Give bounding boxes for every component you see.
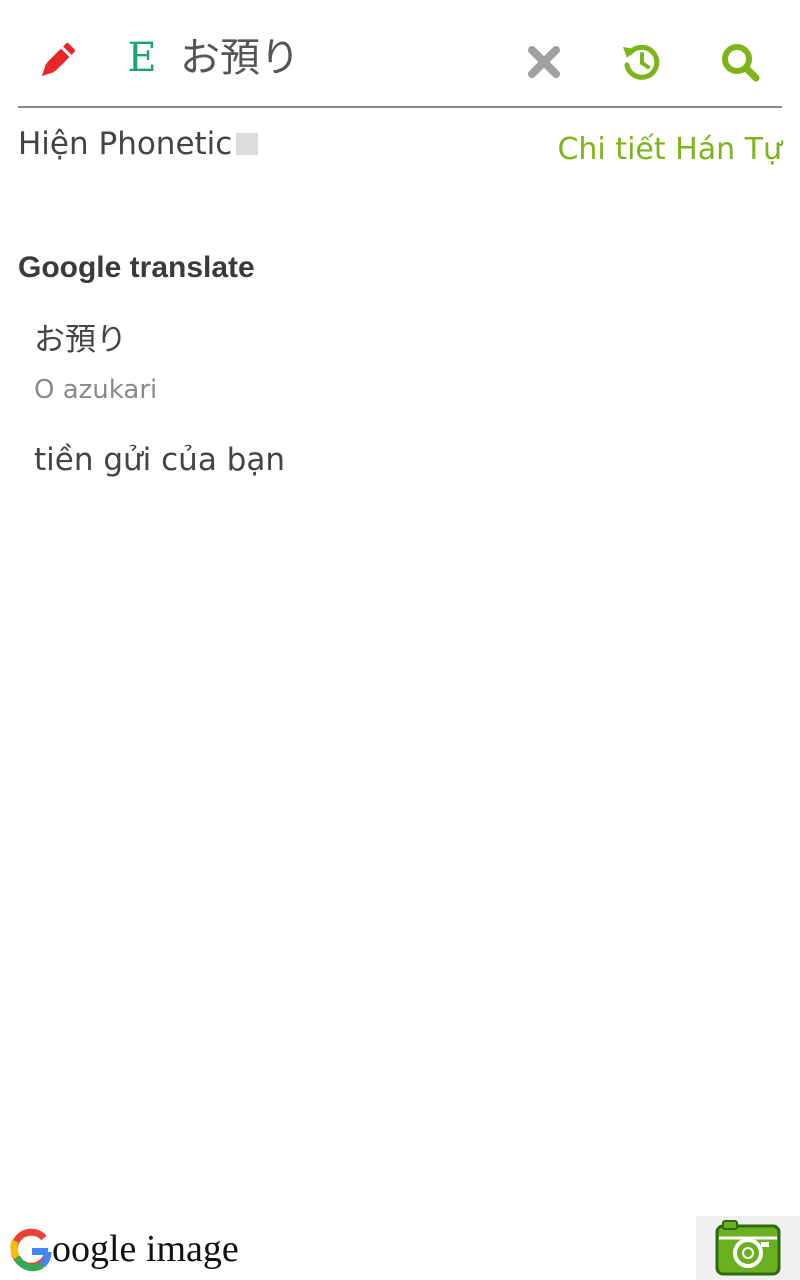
phonetic-label: Hiện Phonetic xyxy=(18,126,233,162)
search-input[interactable]: お預り xyxy=(180,30,300,86)
translation-text: tiền gửi của bạn xyxy=(34,442,285,478)
source-text: お預り xyxy=(34,322,127,358)
google-image-label: oogle image xyxy=(52,1228,239,1270)
language-badge[interactable]: E xyxy=(120,32,164,84)
section-title: Google translate xyxy=(18,251,255,284)
google-g-icon xyxy=(10,1228,52,1272)
app-screen: E お預り Hiện Phonetic Chi tiết Hán Tự Goog… xyxy=(0,0,800,1280)
camera-icon xyxy=(715,1220,781,1276)
search-icon[interactable] xyxy=(716,38,764,86)
kanji-detail-link[interactable]: Chi tiết Hán Tự xyxy=(557,130,782,170)
romaji-text: O azukari xyxy=(34,375,158,405)
pencil-icon[interactable] xyxy=(32,38,80,86)
close-icon[interactable] xyxy=(522,40,566,84)
camera-button[interactable] xyxy=(696,1216,800,1280)
google-image-button[interactable]: oogle image xyxy=(8,1224,239,1274)
phonetic-checkbox[interactable] xyxy=(236,133,258,155)
search-bar: E お預り xyxy=(18,16,782,108)
history-icon[interactable] xyxy=(618,38,666,86)
